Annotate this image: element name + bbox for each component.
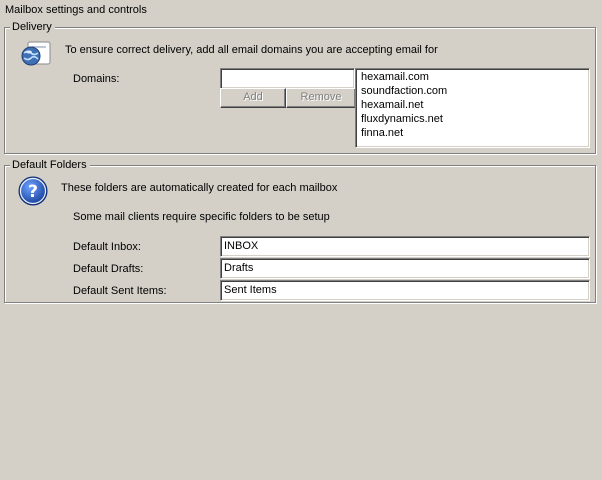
default-sent-items-label: Default Sent Items: bbox=[73, 285, 167, 297]
default-drafts-field[interactable]: Drafts bbox=[220, 258, 590, 279]
list-item[interactable]: soundfaction.com bbox=[361, 84, 589, 98]
remove-button[interactable]: Remove bbox=[286, 88, 356, 108]
list-item[interactable]: finna.net bbox=[361, 126, 589, 140]
default-drafts-label: Default Drafts: bbox=[73, 263, 144, 275]
domain-input[interactable] bbox=[220, 68, 355, 89]
list-item[interactable]: fluxdynamics.net bbox=[361, 112, 589, 126]
default-inbox-field[interactable]: INBOX bbox=[220, 236, 590, 257]
delivery-legend: Delivery bbox=[10, 21, 55, 34]
list-item[interactable]: hexamail.com bbox=[361, 70, 589, 84]
folders-note: Some mail clients require specific folde… bbox=[73, 211, 330, 223]
help-icon: ? bbox=[17, 175, 49, 207]
default-inbox-label: Default Inbox: bbox=[73, 241, 141, 253]
list-item[interactable]: hexamail.net bbox=[361, 98, 589, 112]
page-title: Mailbox settings and controls bbox=[5, 4, 147, 16]
default-sent-items-field[interactable]: Sent Items bbox=[220, 280, 590, 301]
default-folders-legend: Default Folders bbox=[10, 159, 90, 172]
svg-text:?: ? bbox=[28, 182, 38, 202]
delivery-group: Delivery To ensure correct delivery, add… bbox=[4, 21, 596, 154]
folders-description: These folders are automatically created … bbox=[61, 182, 338, 194]
mail-globe-icon bbox=[18, 39, 52, 69]
domains-list[interactable]: hexamail.com soundfaction.com hexamail.n… bbox=[355, 68, 590, 148]
domains-label: Domains: bbox=[73, 73, 120, 85]
add-button[interactable]: Add bbox=[220, 88, 286, 108]
default-folders-group: Default Folders ? These folders are auto… bbox=[4, 159, 596, 303]
delivery-description: To ensure correct delivery, add all emai… bbox=[65, 44, 438, 56]
